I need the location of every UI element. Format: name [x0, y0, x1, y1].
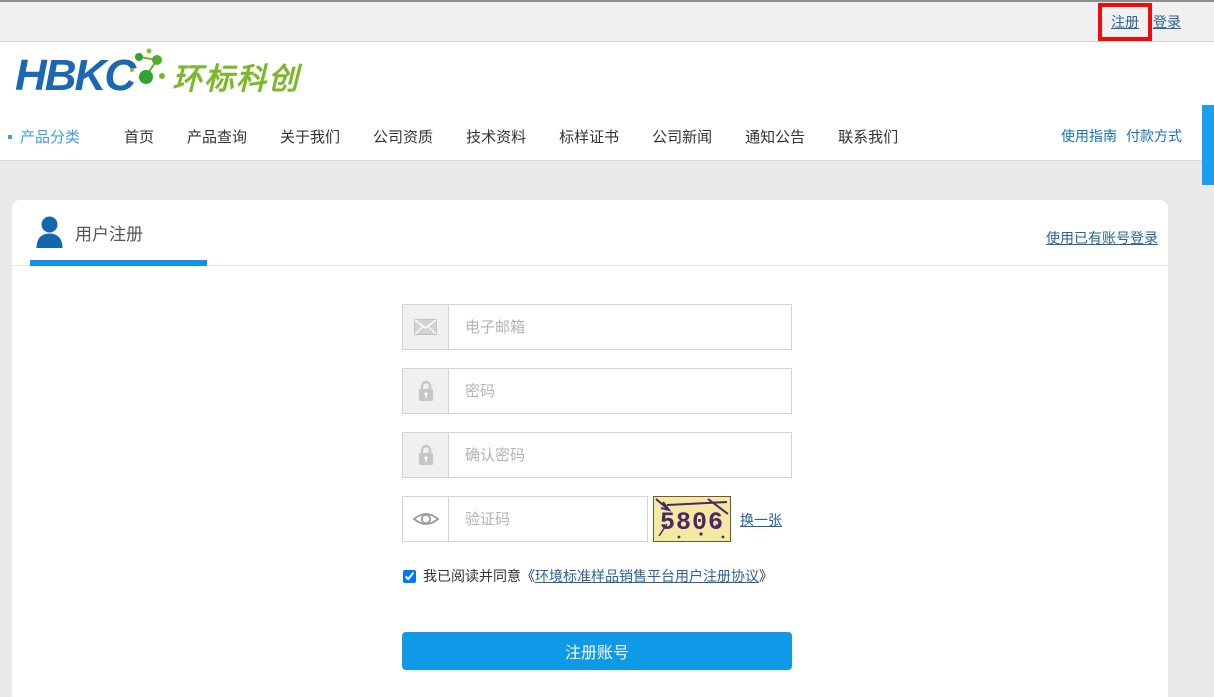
- captcha-input[interactable]: [449, 497, 664, 541]
- email-field[interactable]: [449, 305, 791, 349]
- captcha-refresh-link[interactable]: 换一张: [740, 510, 782, 530]
- register-highlight-box: 注册: [1098, 3, 1152, 41]
- nav-product-category[interactable]: 产品分类: [8, 126, 80, 147]
- lock-icon: [403, 433, 449, 477]
- confirm-password-field[interactable]: [449, 433, 791, 477]
- eye-icon: [403, 497, 449, 541]
- nav-item-qualifications[interactable]: 公司资质: [373, 126, 433, 147]
- logo-abbr-text: HBKC: [15, 54, 134, 98]
- logo-molecule-icon: [126, 46, 168, 92]
- agreement-text: 我已阅读并同意: [423, 566, 521, 586]
- card-header: 用户注册 使用已有账号登录: [12, 200, 1168, 266]
- nav-item-contact-us[interactable]: 联系我们: [838, 126, 898, 147]
- password-field[interactable]: [449, 369, 791, 413]
- agreement-row: 我已阅读并同意 《 环境标准样品销售平台用户注册协议 》: [403, 566, 773, 586]
- agreement-link[interactable]: 环境标准样品销售平台用户注册协议: [535, 566, 759, 586]
- top-bar: 注册 登录: [0, 0, 1214, 42]
- mail-icon: [403, 305, 449, 349]
- site-logo[interactable]: HBKC 环标科创: [15, 54, 300, 98]
- register-submit-button[interactable]: 注册账号: [402, 632, 792, 670]
- site-header: HBKC 环标科创 产品分类 首页 产品查询 关于我们 公司资质 技术资料 标样…: [0, 42, 1214, 161]
- payment-methods-link[interactable]: 付款方式: [1126, 126, 1182, 146]
- user-icon: [36, 216, 63, 249]
- register-link[interactable]: 注册: [1111, 12, 1139, 32]
- nav-item-technical-docs[interactable]: 技术资料: [466, 126, 526, 147]
- lock-icon: [403, 369, 449, 413]
- captcha-code-text: 5806: [660, 508, 724, 537]
- nav-item-announcements[interactable]: 通知公告: [745, 126, 805, 147]
- nav-menu: 首页 产品查询 关于我们 公司资质 技术资料 标样证书 公司新闻 通知公告 联系…: [124, 126, 898, 147]
- nav-item-certificates[interactable]: 标样证书: [559, 126, 619, 147]
- nav-secondary-links: 使用指南 付款方式: [1061, 126, 1182, 146]
- nav-item-about-us[interactable]: 关于我们: [280, 126, 340, 147]
- captcha-field-group: [402, 496, 648, 542]
- confirm-password-field-group: [402, 432, 792, 478]
- page-title: 用户注册: [75, 220, 143, 245]
- email-field-group: [402, 304, 792, 350]
- nav-item-product-search[interactable]: 产品查询: [187, 126, 247, 147]
- nav-item-company-news[interactable]: 公司新闻: [652, 126, 712, 147]
- agreement-bracket-open: 《: [521, 566, 535, 586]
- user-guide-link[interactable]: 使用指南: [1061, 126, 1117, 146]
- title-underline: [30, 260, 207, 266]
- existing-account-login-link[interactable]: 使用已有账号登录: [1046, 228, 1158, 248]
- main-nav: 产品分类 首页 产品查询 关于我们 公司资质 技术资料 标样证书 公司新闻 通知…: [0, 126, 1214, 150]
- registration-card: 用户注册 使用已有账号登录: [12, 200, 1168, 697]
- captcha-image[interactable]: 5806: [653, 496, 731, 542]
- login-link[interactable]: 登录: [1153, 12, 1181, 32]
- agreement-bracket-close: 》: [759, 566, 773, 586]
- agreement-checkbox[interactable]: [403, 570, 416, 583]
- password-field-group: [402, 368, 792, 414]
- blue-scroll-indicator[interactable]: [1202, 105, 1214, 185]
- logo-name-text: 环标科创: [172, 54, 300, 98]
- nav-category-label: 产品分类: [20, 126, 80, 147]
- nav-item-home[interactable]: 首页: [124, 126, 154, 147]
